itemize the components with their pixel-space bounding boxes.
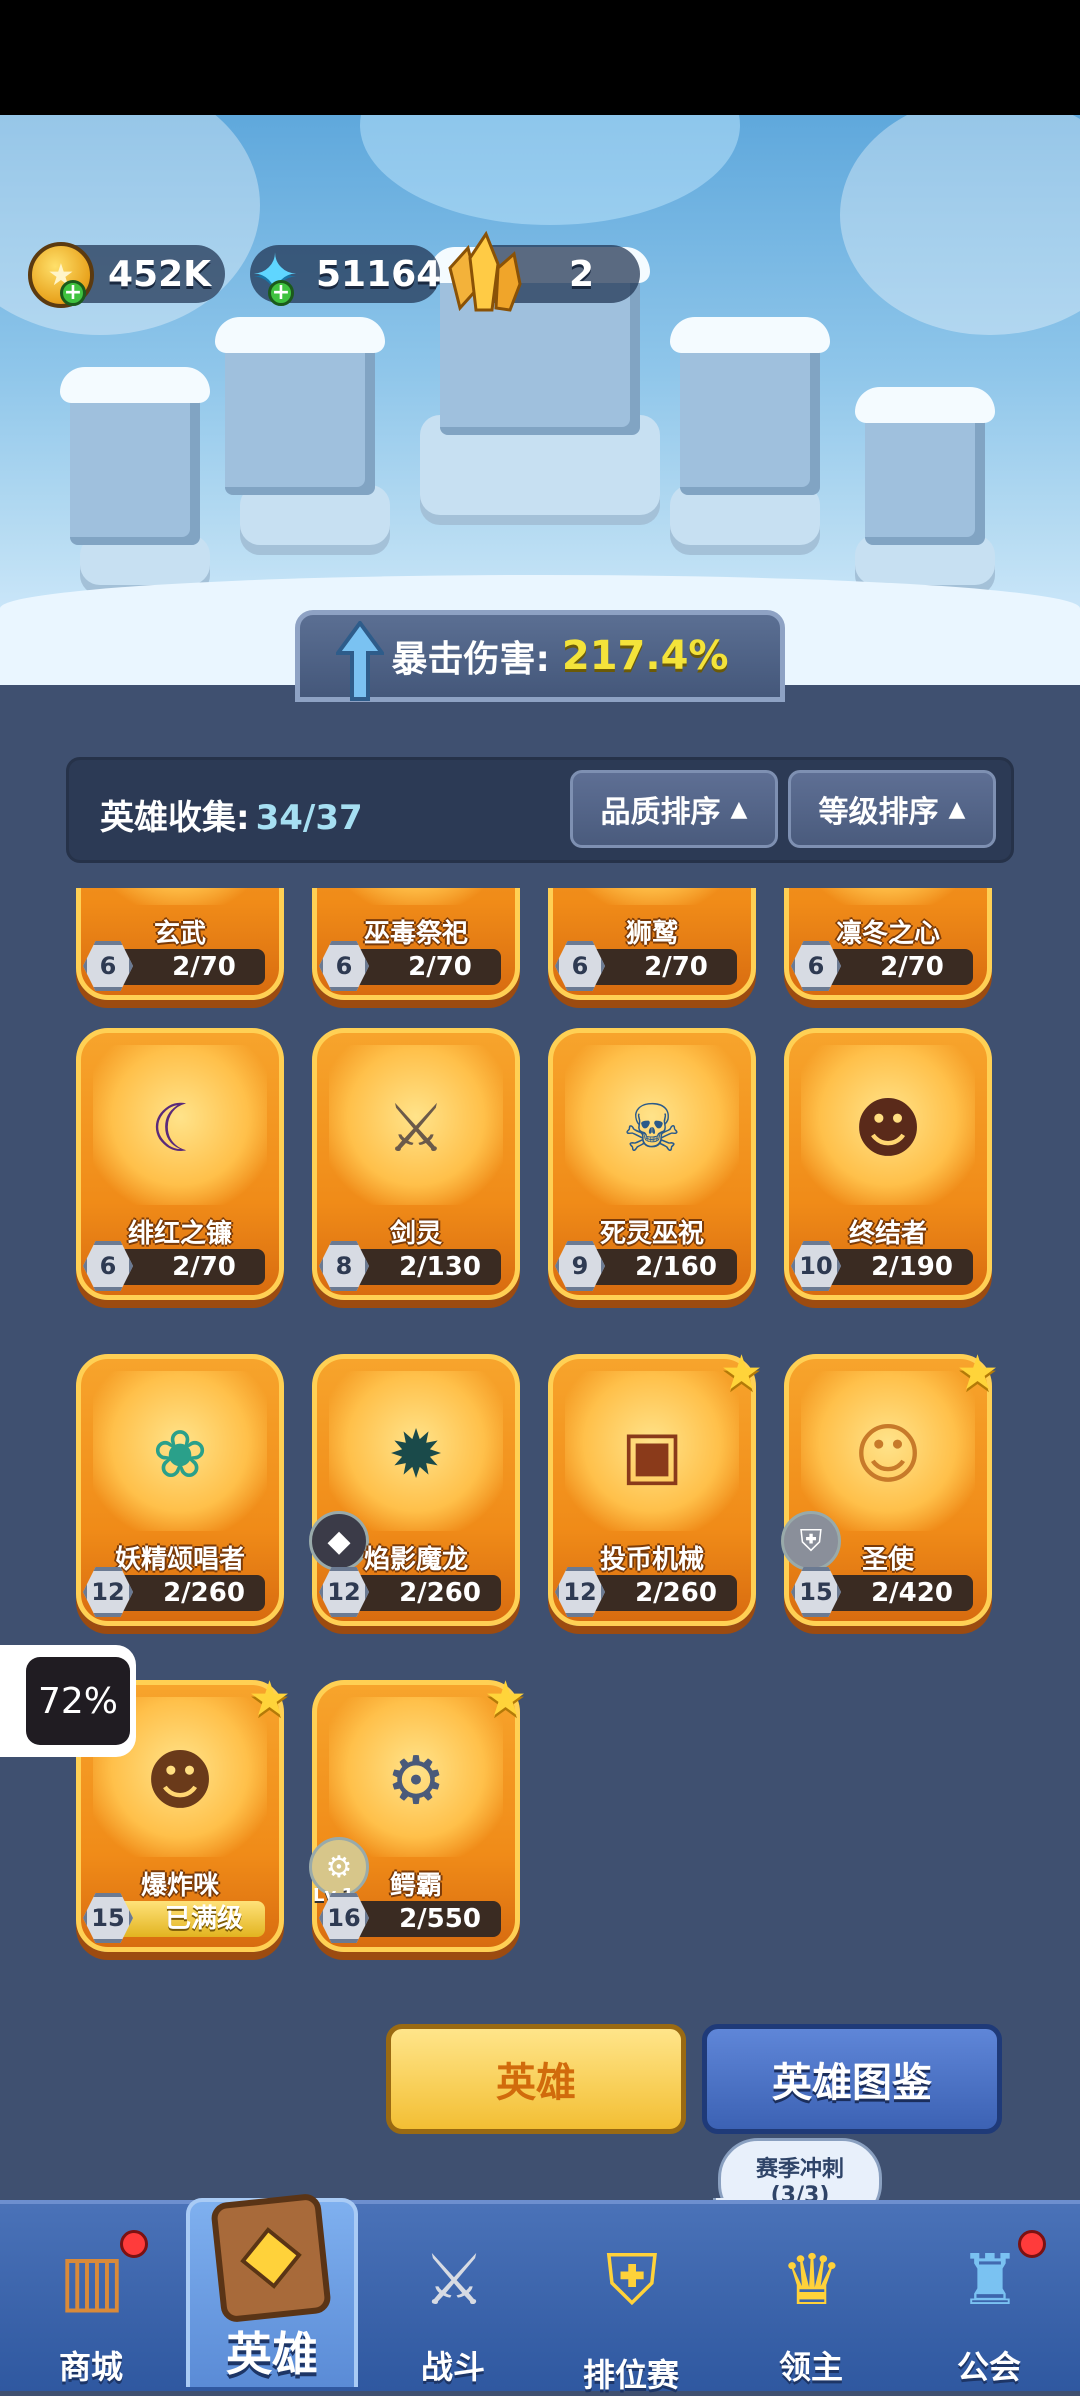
- crystal-icon: [448, 230, 522, 312]
- hero-progress: 2/160: [635, 1252, 717, 1282]
- hero-progress: 2/420: [871, 1578, 953, 1608]
- nav-guild[interactable]: ♜ 公会: [904, 2222, 1074, 2387]
- season-sprint-label: 赛季冲刺: [755, 2157, 844, 2182]
- sort-level-label: 等级排序: [818, 795, 939, 830]
- hero-progress: 2/70: [172, 1252, 236, 1282]
- add-gold-icon[interactable]: +: [60, 280, 86, 306]
- crossed-swords-icon: ⚔: [422, 2239, 486, 2321]
- hero-card[interactable]: ❀ 妖精颂唱者 2/260 12: [76, 1354, 284, 1626]
- collection-count: 34/37: [255, 798, 363, 838]
- hero-card[interactable]: 狮鹫 2/70 6: [548, 888, 756, 1000]
- hero-progress: 2/130: [399, 1252, 481, 1282]
- hero-card[interactable]: ✹ ◆ 焰影魔龙 2/260 12: [309, 1354, 520, 1626]
- progress-percent: 72%: [26, 1657, 130, 1745]
- hero-progress: 2/190: [871, 1252, 953, 1282]
- hero-card[interactable]: ☾ 绯红之镰 2/70 6: [76, 1028, 284, 1300]
- hero-progress: 2/260: [163, 1578, 245, 1608]
- hero-progress: 2/550: [399, 1904, 481, 1934]
- triangle-up-icon: ▲: [730, 796, 748, 822]
- crit-value: 217.4%: [561, 633, 729, 679]
- croc-mech-icon: ⚙: [386, 1741, 446, 1819]
- nav-battle[interactable]: ⚔ 战斗: [368, 2222, 538, 2387]
- hero-card[interactable]: 玄武 2/70 6: [76, 888, 284, 1000]
- statue-hooded: [670, 317, 830, 495]
- hero-progress: 2/260: [635, 1578, 717, 1608]
- sort-quality-label: 品质排序: [600, 795, 721, 830]
- nav-shop[interactable]: ▥ 商城: [6, 2222, 176, 2387]
- coin-machine-icon: ▣: [620, 1415, 684, 1493]
- triangle-up-icon: ▲: [948, 796, 966, 822]
- star-icon: ★: [247, 1671, 291, 1727]
- crit-label: 暴击伤害:: [391, 639, 550, 680]
- status-bar-area: [0, 0, 1080, 115]
- hero-card-icon: [210, 2192, 332, 2324]
- dragon-icon: ✹: [388, 1415, 444, 1493]
- hero-progress: 2/70: [172, 952, 236, 982]
- cat-icon: ☻: [145, 1741, 215, 1819]
- floating-progress-widget[interactable]: 72%: [0, 1645, 136, 1757]
- hero-progress: 2/70: [880, 952, 944, 982]
- arrow-up-icon: [336, 621, 384, 701]
- terminator-icon: ☻: [853, 1089, 923, 1167]
- crystal-value: 2: [569, 253, 595, 295]
- star-icon: ★: [955, 1345, 999, 1401]
- hero-progress: 2/260: [399, 1578, 481, 1608]
- sort-level-button[interactable]: 等级排序 ▲: [788, 770, 996, 848]
- hero-codex-button[interactable]: 英雄图鉴: [702, 2024, 1002, 2134]
- nav-hero-label: 英雄: [226, 2327, 318, 2381]
- sword-spirit-icon: ⚔: [386, 1089, 446, 1167]
- scythe-icon: ☾: [150, 1089, 210, 1167]
- nav-ranked-label: 排位赛: [582, 2356, 679, 2394]
- statue-machine: [855, 387, 995, 545]
- nav-lord[interactable]: ♛ 领主: [726, 2222, 896, 2387]
- hero-card[interactable]: 巫毒祭祀 2/70 6: [312, 888, 520, 1000]
- statue-griffin: [215, 317, 385, 495]
- rank-shield-icon: ⛨: [605, 2238, 659, 2321]
- necromancer-icon: ☠: [622, 1089, 682, 1167]
- sort-quality-button[interactable]: 品质排序 ▲: [570, 770, 778, 848]
- hero-progress: 已满级: [164, 1904, 243, 1934]
- hero-card[interactable]: ☠ 死灵巫祝 2/160 9: [548, 1028, 756, 1300]
- nav-guild-label: 公会: [956, 2348, 1021, 2386]
- notification-dot: [120, 2230, 148, 2258]
- angel-icon: ☺: [853, 1415, 923, 1493]
- hero-card[interactable]: ☺ ★ ⛨ 圣使 2/420 15: [781, 1345, 999, 1626]
- nav-lord-label: 领主: [778, 2348, 843, 2386]
- gold-value: 452K: [108, 253, 212, 295]
- ice-cave-scene: [0, 115, 1080, 685]
- hero-card[interactable]: 凛冬之心 2/70 6: [784, 888, 992, 1000]
- fairy-icon: ❀: [152, 1415, 208, 1493]
- statue-left: [60, 367, 210, 545]
- star-icon: ★: [483, 1671, 527, 1727]
- gem-value: 51164: [316, 253, 442, 295]
- nav-shop-label: 商城: [58, 2348, 123, 2386]
- hero-card[interactable]: ⚙ ★ ⚙ Lv.1 鳄霸 2/550 16: [309, 1671, 527, 1952]
- collection-label: 英雄收集: 34/37: [100, 790, 363, 839]
- add-gem-icon[interactable]: +: [268, 280, 294, 306]
- hero-card[interactable]: ☻ 终结者 2/190 10: [784, 1028, 992, 1300]
- bottom-nav: ▥ 商城 ⚔ 战斗 ⛨ 排位赛 ♛ 领主 ♜ 公会: [0, 2200, 1080, 2395]
- nav-hero[interactable]: 英雄: [186, 2192, 358, 2387]
- nav-battle-label: 战斗: [420, 2348, 485, 2386]
- crown-banner-icon: ♛: [780, 2239, 844, 2321]
- hero-card[interactable]: ⚔ 剑灵 2/130 8: [312, 1028, 520, 1300]
- hero-progress: 2/70: [408, 952, 472, 982]
- nav-ranked[interactable]: ⛨ 排位赛: [546, 2222, 716, 2395]
- star-icon: ★: [719, 1345, 763, 1401]
- notification-dot: [1018, 2230, 1046, 2258]
- hero-progress: 2/70: [644, 952, 708, 982]
- crit-damage-banner: 暴击伤害: 217.4%: [295, 610, 785, 702]
- hero-button[interactable]: 英雄: [386, 2024, 686, 2134]
- hero-card[interactable]: ▣ ★ 投币机械 2/260 12: [548, 1345, 763, 1626]
- hero-grid: 玄武 2/70 6 巫毒祭祀 2/70 6 狮鹫 2/70 6 凛冬之心 2/7…: [0, 888, 1080, 2008]
- collection-text: 英雄收集:: [100, 798, 250, 838]
